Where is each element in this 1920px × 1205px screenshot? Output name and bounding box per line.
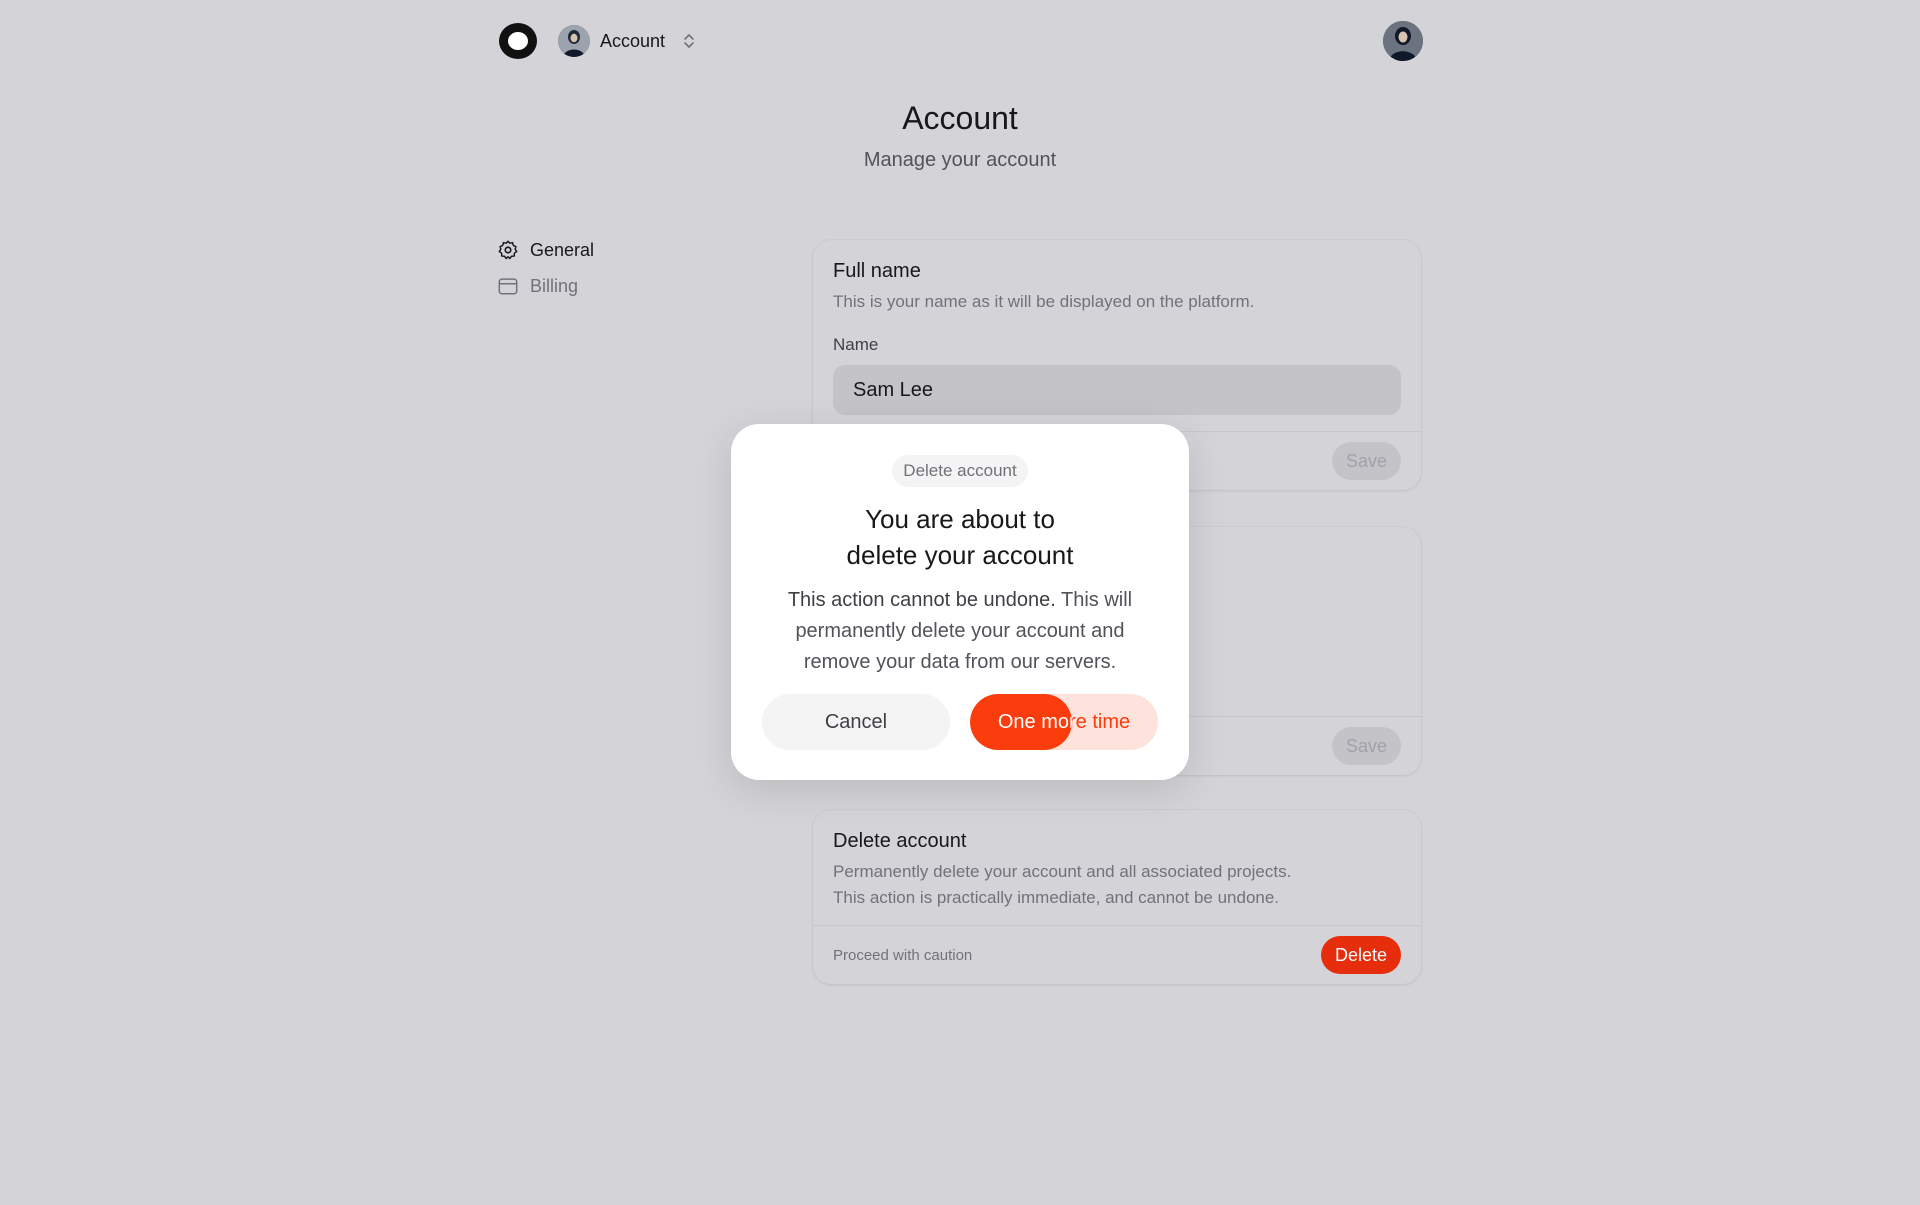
dialog-actions: Cancel One more time One more time [762,694,1158,750]
card-description-line-2: This action is practically immediate, an… [833,888,1280,907]
delete-button[interactable]: Delete [1320,936,1401,974]
card-description-line-1: Permanently delete your account and all … [833,862,1292,881]
dialog-text-3: remove your data from our servers. [803,651,1117,673]
caution-note: Proceed with caution [833,946,973,964]
card-description: This is your name as it will be displaye… [833,292,1255,311]
sidebar-item-label: General [530,239,595,260]
save-button[interactable]: Save [1331,442,1401,480]
dialog-text: This action cannot be undone. This will … [731,585,1189,678]
account-switcher[interactable]: Account [558,25,697,57]
wallet-icon [498,278,518,295]
account-switcher-label: Account [600,30,666,51]
user-avatar-button[interactable] [1383,21,1423,61]
card-footer: Proceed with caution Delete [813,925,1421,984]
dialog-text-1: This will [1061,589,1133,611]
delete-account-dialog: Delete account You are about to delete y… [731,424,1189,780]
cancel-button[interactable]: Cancel [762,694,950,750]
page-title: Account [902,100,1018,136]
dialog-title: You are about to delete your account [731,501,1189,573]
top-bar: Account [497,21,1423,61]
name-input[interactable] [833,365,1401,415]
name-field-label: Name [833,335,879,354]
dialog-text-2: permanently delete your account and [795,620,1125,642]
page-subtitle: Manage your account [863,149,1057,171]
sidebar-item-label: Billing [530,275,579,296]
gear-icon [498,240,518,260]
chevron-up-down-icon [684,34,694,48]
dialog-title-line-1: You are about to [865,504,1055,534]
card-title: Full name [833,260,921,282]
sidebar: General Billing [497,236,697,308]
confirm-delete-button[interactable]: One more time One more time [970,694,1158,750]
delete-account-card: Delete account Permanently delete your a… [813,810,1421,984]
avatar [558,25,590,57]
dialog-title-line-2: delete your account [846,540,1074,570]
card-title: Delete account [833,830,967,852]
logo-icon[interactable] [499,23,537,59]
save-button[interactable]: Save [1331,727,1401,765]
dialog-text-strong: This action cannot be undone. [787,589,1056,611]
sidebar-item-general[interactable]: General [497,236,697,264]
confirm-label-filled: One more time [997,711,1072,733]
dialog-chip: Delete account [892,455,1028,487]
sidebar-item-billing[interactable]: Billing [497,272,697,300]
